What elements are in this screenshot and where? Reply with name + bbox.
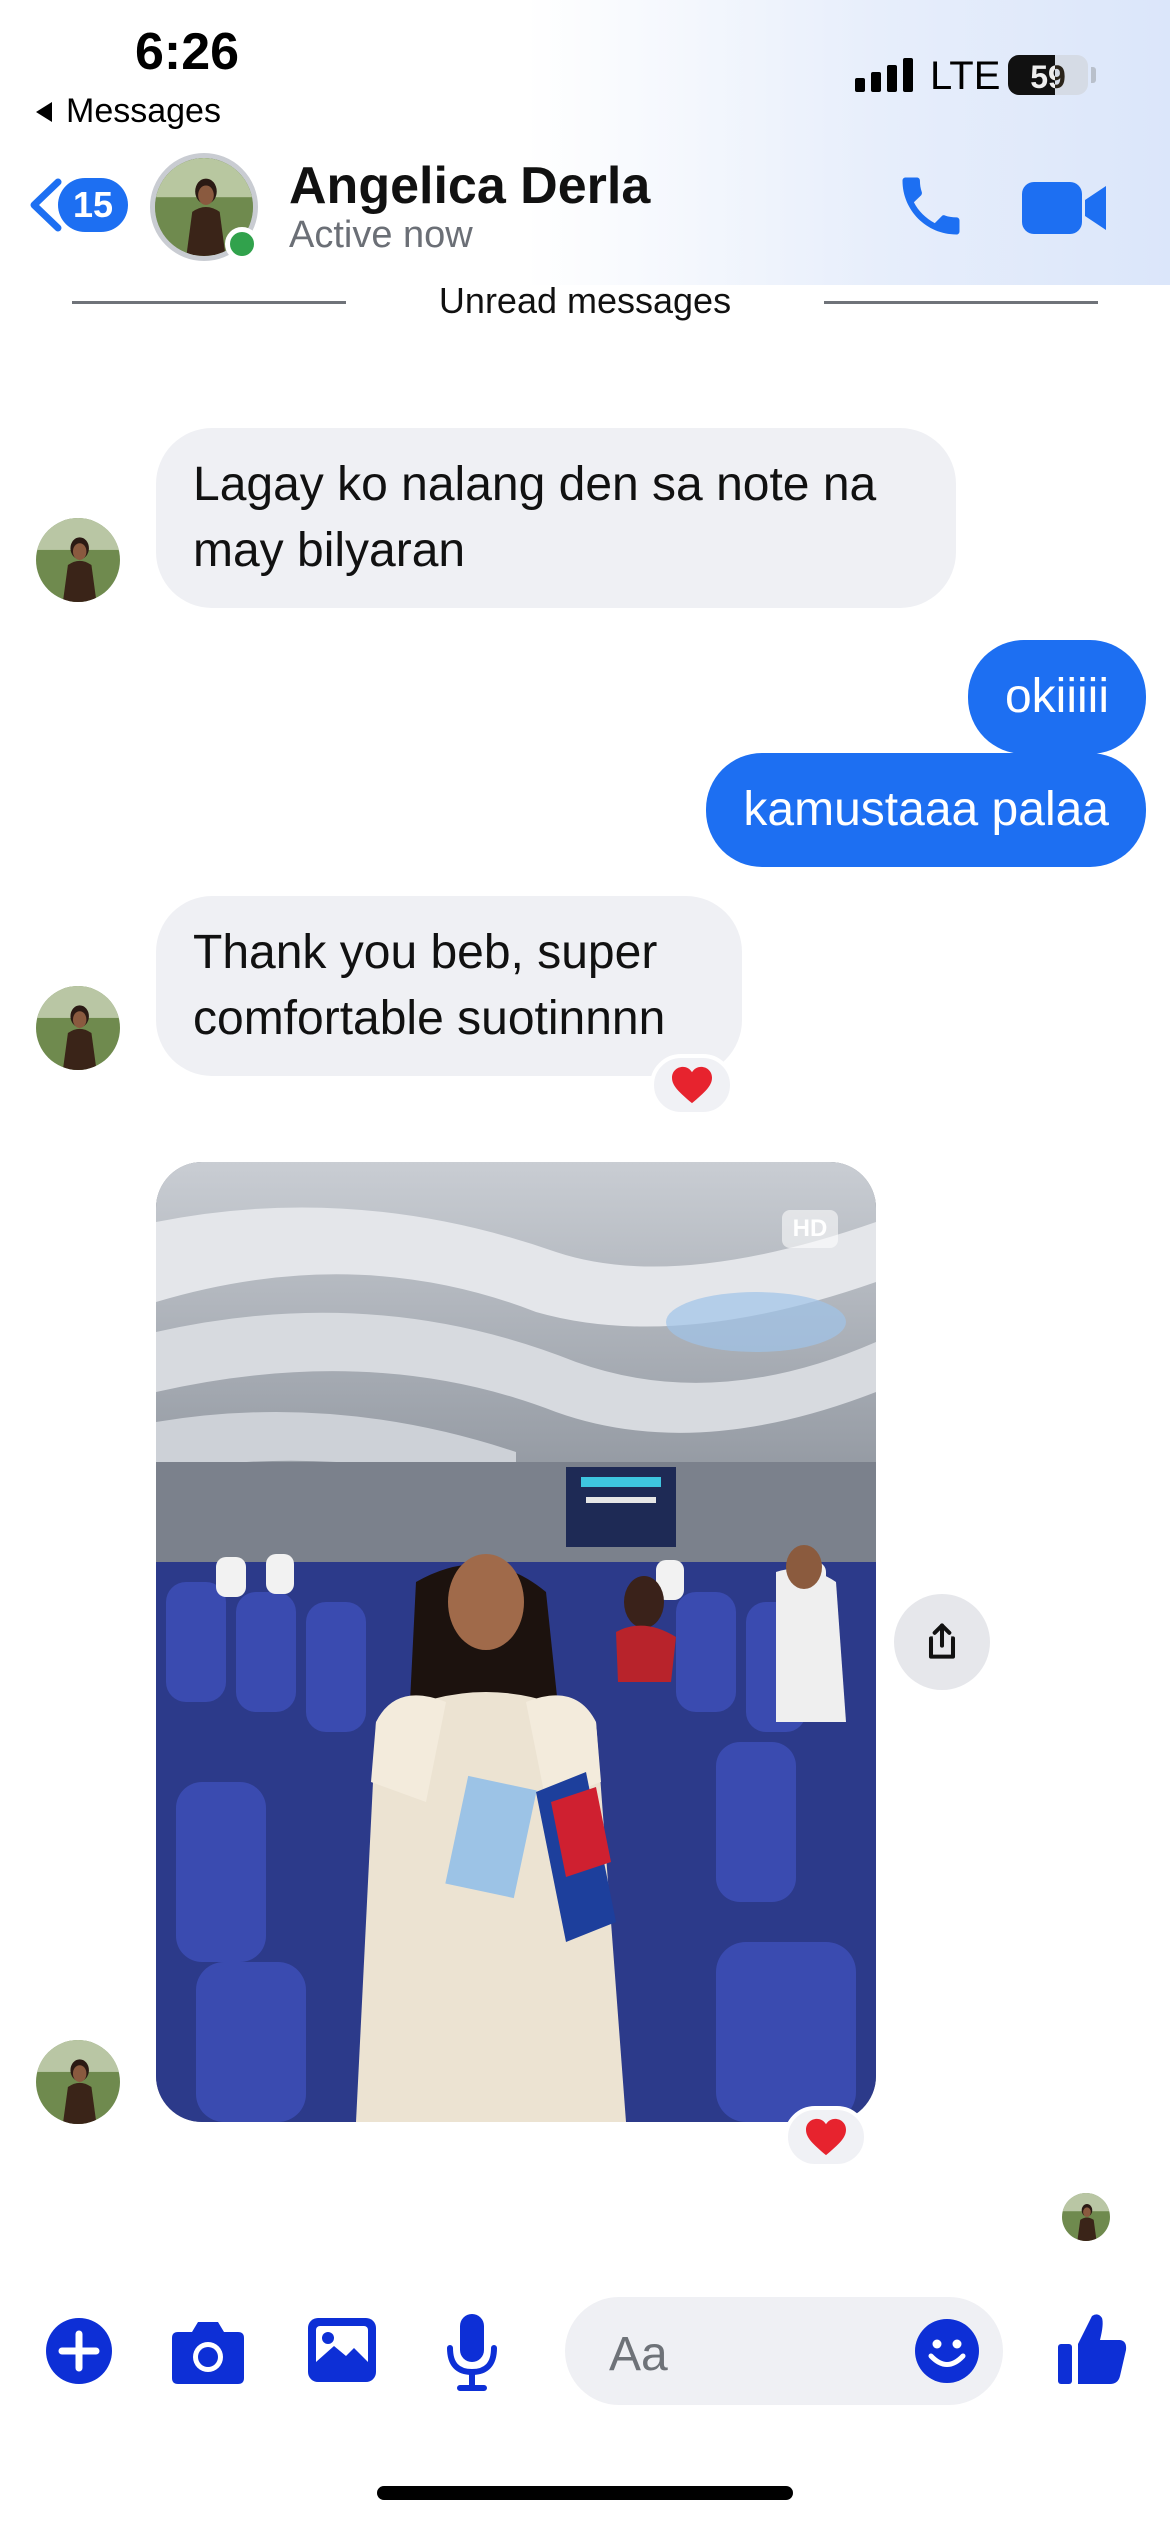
outgoing-message-bubble[interactable]: kamustaaa palaa	[706, 753, 1146, 867]
battery-tip	[1091, 67, 1096, 83]
sender-avatar[interactable]	[36, 986, 120, 1070]
outgoing-message-bubble[interactable]: okiiiii	[967, 640, 1146, 754]
graduation-photo	[156, 1162, 876, 2122]
back-app-label: Messages	[66, 92, 221, 130]
contact-status: Active now	[289, 214, 473, 256]
back-triangle-icon	[36, 101, 52, 122]
camera-icon[interactable]	[170, 2316, 246, 2386]
battery-level: 59	[1030, 59, 1066, 95]
message-input-placeholder: Aa	[609, 2328, 668, 2381]
incoming-message-bubble[interactable]: Lagay ko nalang den sa note na may bilya…	[156, 428, 956, 608]
phone-call-icon[interactable]	[893, 168, 969, 244]
online-status-dot	[225, 227, 259, 261]
thumbs-up-icon[interactable]	[1056, 2310, 1128, 2386]
avatar-photo	[36, 986, 120, 1070]
heart-icon	[672, 1066, 712, 1104]
video-call-icon[interactable]	[1022, 178, 1108, 238]
hd-badge: HD	[782, 1210, 838, 1248]
battery-icon: 59	[1008, 55, 1088, 95]
seen-receipt-avatar	[1062, 2193, 1110, 2241]
heart-icon	[806, 2118, 846, 2156]
heart-reaction[interactable]	[650, 1054, 734, 1116]
status-time: 6:26	[135, 23, 240, 81]
photo-message[interactable]: HD	[156, 1162, 876, 2122]
microphone-icon[interactable]	[444, 2312, 500, 2392]
incoming-message-bubble[interactable]: Thank you beb, super comfortable suotinn…	[156, 896, 742, 1076]
back-to-app-link[interactable]: Messages	[36, 92, 221, 131]
home-indicator	[377, 2486, 793, 2500]
divider-line-right	[824, 301, 1098, 304]
heart-reaction[interactable]	[784, 2106, 868, 2168]
avatar-photo	[36, 2040, 120, 2124]
avatar-photo	[36, 518, 120, 602]
avatar-photo	[1062, 2193, 1110, 2241]
sender-avatar[interactable]	[36, 518, 120, 602]
unread-count-badge[interactable]: 15	[58, 178, 128, 232]
contact-name[interactable]: Angelica Derla	[289, 156, 650, 216]
share-icon	[928, 1623, 956, 1659]
sender-avatar[interactable]	[36, 2040, 120, 2124]
gallery-icon[interactable]	[306, 2316, 378, 2384]
plus-icon[interactable]	[44, 2316, 114, 2386]
emoji-icon[interactable]	[913, 2317, 981, 2385]
message-input[interactable]: Aa	[565, 2297, 1003, 2405]
network-type: LTE	[930, 54, 1001, 98]
share-button[interactable]	[894, 1594, 990, 1690]
cellular-signal-icon	[855, 58, 913, 92]
